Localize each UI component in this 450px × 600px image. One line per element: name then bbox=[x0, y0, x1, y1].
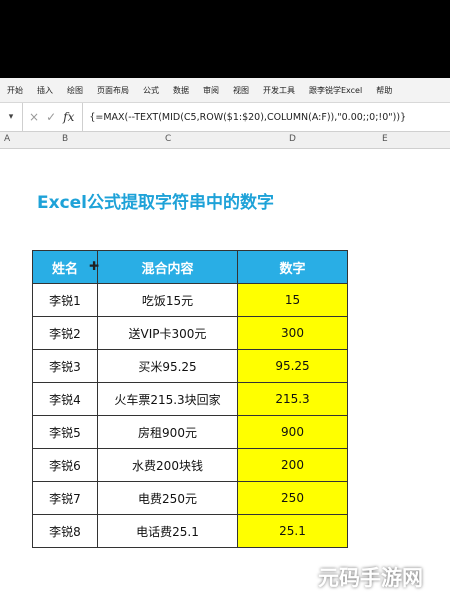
cell-name[interactable]: 李锐3 bbox=[32, 349, 98, 383]
header-number[interactable]: 数字 bbox=[237, 250, 348, 284]
tab-help[interactable]: 帮助 bbox=[369, 85, 399, 96]
tab-home[interactable]: 开始 bbox=[0, 85, 30, 96]
insert-function-icon[interactable]: fx bbox=[63, 110, 74, 124]
column-header-e[interactable]: E bbox=[382, 134, 388, 144]
column-header-c[interactable]: C bbox=[165, 134, 171, 144]
video-top-black-area bbox=[0, 0, 450, 78]
cell-number[interactable]: 250 bbox=[237, 481, 348, 515]
table-header-row: 姓名 混合内容 数字 bbox=[32, 250, 348, 284]
header-mixed-content[interactable]: 混合内容 bbox=[97, 250, 238, 284]
cell-number[interactable]: 15 bbox=[237, 283, 348, 317]
tab-learn-excel[interactable]: 跟李锐学Excel bbox=[302, 85, 369, 96]
cell-name[interactable]: 李锐1 bbox=[32, 283, 98, 317]
name-box[interactable]: ▾ bbox=[0, 103, 23, 131]
cell-number[interactable]: 25.1 bbox=[237, 514, 348, 548]
cell-mixed[interactable]: 水费200块钱 bbox=[97, 448, 238, 482]
cell-number[interactable]: 215.3 bbox=[237, 382, 348, 416]
cell-mixed[interactable]: 送VIP卡300元 bbox=[97, 316, 238, 350]
chevron-down-icon: ▾ bbox=[8, 112, 14, 122]
tab-review[interactable]: 审阅 bbox=[196, 85, 226, 96]
cell-name[interactable]: 李锐7 bbox=[32, 481, 98, 515]
cell-mixed[interactable]: 火车票215.3块回家 bbox=[97, 382, 238, 416]
column-header-b[interactable]: B bbox=[62, 134, 68, 144]
cell-mixed[interactable]: 吃饭15元 bbox=[97, 283, 238, 317]
cell-name[interactable]: 李锐6 bbox=[32, 448, 98, 482]
tab-developer[interactable]: 开发工具 bbox=[256, 85, 302, 96]
table-row: 李锐4 火车票215.3块回家 215.3 bbox=[32, 382, 348, 416]
sheet-title: Excel公式提取字符串中的数字 bbox=[37, 193, 275, 213]
formula-input[interactable]: {=MAX(--TEXT(MID(C5,ROW($1:$20),COLUMN(A… bbox=[83, 112, 450, 123]
column-header-d[interactable]: D bbox=[289, 134, 296, 144]
table-row: 李锐2 送VIP卡300元 300 bbox=[32, 316, 348, 350]
data-table: 姓名 混合内容 数字 李锐1 吃饭15元 15 李锐2 送VIP卡300元 30… bbox=[32, 250, 348, 548]
table-row: 李锐6 水费200块钱 200 bbox=[32, 448, 348, 482]
cell-mixed[interactable]: 房租900元 bbox=[97, 415, 238, 449]
cancel-icon[interactable]: × bbox=[29, 110, 39, 124]
cell-mixed[interactable]: 电费250元 bbox=[97, 481, 238, 515]
table-row: 李锐8 电话费25.1 25.1 bbox=[32, 514, 348, 548]
cell-name[interactable]: 李锐8 bbox=[32, 514, 98, 548]
cell-number[interactable]: 900 bbox=[237, 415, 348, 449]
ribbon-tabs: 开始 插入 绘图 页面布局 公式 数据 审阅 视图 开发工具 跟李锐学Excel… bbox=[0, 78, 450, 103]
column-header-a[interactable]: A bbox=[4, 134, 10, 144]
formula-bar-controls: × ✓ fx bbox=[23, 103, 84, 131]
cell-name[interactable]: 李锐5 bbox=[32, 415, 98, 449]
column-headers: A B C D E bbox=[0, 132, 450, 149]
cell-number[interactable]: 200 bbox=[237, 448, 348, 482]
cell-name[interactable]: 李锐2 bbox=[32, 316, 98, 350]
cell-mixed[interactable]: 电话费25.1 bbox=[97, 514, 238, 548]
cell-cursor-plus-icon: ✚ bbox=[89, 259, 100, 273]
tab-page-layout[interactable]: 页面布局 bbox=[90, 85, 136, 96]
table-row: 李锐5 房租900元 900 bbox=[32, 415, 348, 449]
tab-data[interactable]: 数据 bbox=[166, 85, 196, 96]
tab-draw[interactable]: 绘图 bbox=[60, 85, 90, 96]
cell-number[interactable]: 300 bbox=[237, 316, 348, 350]
cell-mixed[interactable]: 买米95.25 bbox=[97, 349, 238, 383]
confirm-icon[interactable]: ✓ bbox=[46, 110, 56, 124]
tab-insert[interactable]: 插入 bbox=[30, 85, 60, 96]
cell-name[interactable]: 李锐4 bbox=[32, 382, 98, 416]
formula-bar: ▾ × ✓ fx {=MAX(--TEXT(MID(C5,ROW($1:$20)… bbox=[0, 103, 450, 132]
header-name[interactable]: 姓名 bbox=[32, 250, 98, 284]
cell-number[interactable]: 95.25 bbox=[237, 349, 348, 383]
table-row: 李锐3 买米95.25 95.25 bbox=[32, 349, 348, 383]
tab-formulas[interactable]: 公式 bbox=[136, 85, 166, 96]
table-row: 李锐1 吃饭15元 15 bbox=[32, 283, 348, 317]
table-row: 李锐7 电费250元 250 bbox=[32, 481, 348, 515]
watermark-logo: 元码手游网 bbox=[318, 566, 423, 590]
tab-view[interactable]: 视图 bbox=[226, 85, 256, 96]
